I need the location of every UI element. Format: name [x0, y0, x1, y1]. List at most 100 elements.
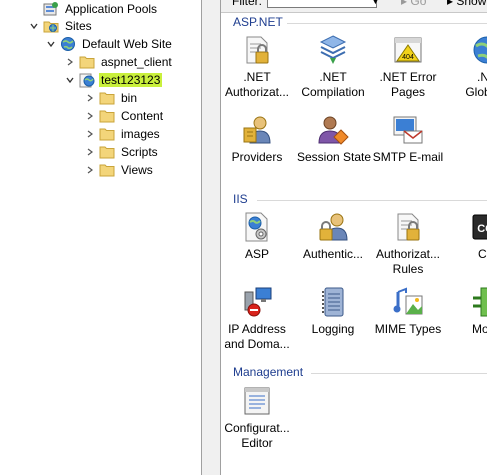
collapse-chevron-icon[interactable] — [28, 20, 40, 32]
expand-chevron-icon[interactable] — [84, 92, 96, 104]
folder-icon — [79, 56, 95, 69]
feature-label: IP Address — [228, 322, 286, 336]
tree-item-application-pools[interactable]: Application Pools — [28, 0, 159, 18]
folder-icon — [99, 92, 115, 105]
tree-item-label: images — [121, 127, 160, 141]
tree-item-views[interactable]: Views — [84, 161, 155, 179]
filter-input[interactable] — [267, 0, 377, 8]
tree-item-default-web-site[interactable]: Default Web Site — [45, 35, 174, 53]
tree-item-label: bin — [121, 91, 138, 105]
feature-label: ASP — [244, 247, 269, 261]
sites-folder-icon — [43, 21, 59, 33]
feature-net-error-pages[interactable]: 404 .NET Error Pages — [372, 34, 444, 100]
compilation-icon — [319, 35, 347, 64]
feature-net-authorization[interactable]: .NET Authorizat... — [221, 34, 293, 100]
pane-splitter[interactable] — [201, 0, 221, 475]
show-all-label: Show — [456, 0, 487, 8]
tree-item-label: Views — [121, 163, 153, 177]
feature-cgi[interactable]: CGI CG — [451, 211, 487, 262]
tree-item-label: Sites — [65, 19, 92, 33]
expand-chevron-icon[interactable] — [84, 164, 96, 176]
feature-label: Rules — [392, 262, 424, 276]
tree-item-label: test123123 — [99, 73, 163, 87]
feature-label: .NE — [476, 70, 487, 84]
cgi-icon: CGI — [472, 214, 487, 240]
web-app-icon — [79, 73, 95, 88]
feature-smtp-email[interactable]: SMTP E-mail — [372, 114, 444, 165]
feature-mime-types[interactable]: MIME Types — [372, 286, 444, 337]
tree-item-label: Default Web Site — [82, 37, 172, 51]
feature-label: Pages — [390, 85, 426, 99]
feature-label: Compilation — [301, 85, 365, 99]
logging-icon — [322, 287, 344, 317]
tree-item-images[interactable]: images — [84, 125, 162, 143]
feature-logging[interactable]: Logging — [297, 286, 369, 337]
feature-label: .NET — [319, 70, 347, 84]
feature-providers[interactable]: Providers — [221, 114, 293, 165]
feature-label: Globaliz — [465, 85, 487, 99]
folder-icon — [99, 164, 115, 177]
go-button[interactable]: ▸ Go — [401, 0, 426, 8]
tree-item-bin[interactable]: bin — [84, 89, 139, 107]
feature-label: Providers — [231, 150, 283, 164]
connections-tree[interactable]: Application Pools Sites Default Web Site — [0, 0, 201, 475]
feature-label: CG — [478, 247, 487, 261]
feature-net-compilation[interactable]: .NET Compilation — [297, 34, 369, 100]
feature-authorization-rules[interactable]: Authorizat... Rules — [372, 211, 444, 277]
feature-label: and Doma... — [224, 337, 290, 351]
collapse-chevron-icon[interactable] — [45, 38, 57, 50]
folder-icon — [99, 110, 115, 123]
feature-label: Session State — [297, 150, 372, 164]
section-header-iis[interactable]: IIS — [233, 192, 248, 206]
feature-net-globalization[interactable]: .NE Globaliz — [451, 34, 487, 100]
tree-item-test123123[interactable]: test123123 — [64, 71, 163, 89]
tree-item-sites[interactable]: Sites — [28, 17, 94, 35]
tree-item-content[interactable]: Content — [84, 107, 165, 125]
tree-item-label: Content — [121, 109, 164, 123]
feature-label: Authorizat... — [375, 247, 441, 261]
feature-label: .NET Error — [379, 70, 437, 84]
section-header-management[interactable]: Management — [233, 365, 303, 379]
configuration-editor-icon — [244, 387, 270, 415]
svg-text:CGI: CGI — [477, 223, 487, 235]
modules-icon — [473, 287, 487, 317]
filter-label: Filter: — [232, 0, 262, 8]
tree-item-label: Application Pools — [65, 2, 158, 16]
show-all-button[interactable]: ▸ Show — [447, 0, 486, 8]
authorization-rules-icon — [397, 213, 420, 241]
tree-item-scripts[interactable]: Scripts — [84, 143, 160, 161]
chevron-down-icon[interactable]: ▼ — [371, 0, 380, 6]
tree-item-label: aspnet_client — [101, 55, 172, 69]
section-divider — [287, 23, 487, 24]
session-state-icon — [318, 116, 349, 145]
features-view: Filter: ▼ ▸ Go ▸ Show ASP.NET .NET Autho… — [221, 0, 487, 475]
providers-icon — [243, 116, 271, 144]
feature-session-state[interactable]: Session State — [297, 114, 372, 165]
folder-icon — [99, 128, 115, 141]
feature-configuration-editor[interactable]: Configurat... Editor — [221, 385, 293, 451]
expand-chevron-icon[interactable] — [84, 128, 96, 140]
section-divider — [311, 373, 487, 374]
feature-asp[interactable]: ASP — [221, 211, 293, 262]
ip-restrictions-icon — [244, 287, 272, 317]
expand-chevron-icon[interactable] — [84, 146, 96, 158]
feature-modules[interactable]: Modu — [451, 286, 487, 337]
go-button-label: Go — [410, 0, 427, 8]
feature-ip-address-and-domain[interactable]: IP Address and Doma... — [221, 286, 293, 352]
expand-chevron-icon[interactable] — [64, 56, 76, 68]
feature-authentication[interactable]: Authentic... — [297, 211, 369, 262]
feature-label: Editor — [241, 436, 273, 450]
authorization-icon — [246, 36, 269, 64]
expand-chevron-icon[interactable] — [84, 110, 96, 122]
section-header-aspnet[interactable]: ASP.NET — [233, 15, 283, 29]
feature-label: Authorizat... — [224, 85, 290, 99]
feature-label: Modu — [471, 322, 487, 336]
tree-item-aspnet-client[interactable]: aspnet_client — [64, 53, 174, 71]
section-divider — [257, 200, 487, 201]
feature-label: Logging — [311, 322, 355, 336]
asp-icon — [245, 212, 268, 242]
collapse-chevron-icon[interactable] — [64, 74, 76, 86]
feature-label: SMTP E-mail — [372, 150, 444, 164]
filter-bar: Filter: ▼ ▸ Go ▸ Show — [221, 0, 487, 13]
feature-label: Configurat... — [224, 421, 290, 435]
